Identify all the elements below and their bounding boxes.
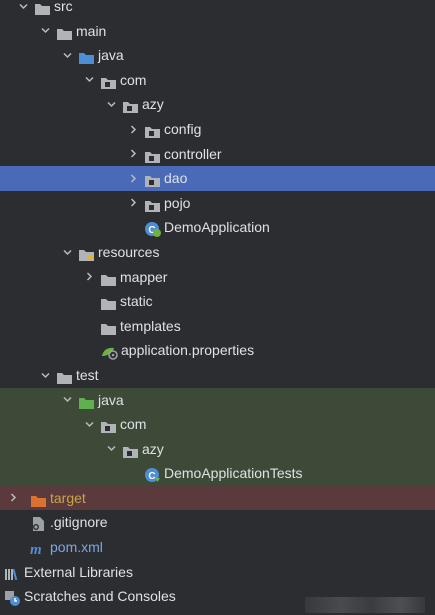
tree-row-templates[interactable]: templates xyxy=(0,314,435,339)
tree-row-azy[interactable]: azy xyxy=(0,92,435,117)
tree-row-label: pom.xml xyxy=(50,539,103,556)
tree-row-label: src xyxy=(54,0,73,14)
folder-gray-icon xyxy=(56,24,73,40)
tree-row-resources[interactable]: resources xyxy=(0,240,435,265)
scratches-icon xyxy=(4,589,21,607)
tree-row-java[interactable]: java xyxy=(0,43,435,68)
tree-row-test[interactable]: test xyxy=(0,363,435,388)
chevron-right-icon[interactable] xyxy=(6,486,20,511)
package-icon xyxy=(144,147,161,163)
chevron-down-icon[interactable] xyxy=(104,92,118,117)
package-icon xyxy=(122,442,139,458)
chevron-right-icon[interactable] xyxy=(126,166,140,191)
libraries-icon xyxy=(4,565,21,580)
tree-row-demoapplication[interactable]: C DemoApplication xyxy=(0,215,435,240)
tree-row-label: mapper xyxy=(120,268,168,285)
spring-properties-icon xyxy=(100,343,118,361)
tree-row-label: templates xyxy=(120,317,181,334)
tree-row-label: Scratches and Consoles xyxy=(24,588,176,605)
tree-row-demoapplicationtests[interactable]: C DemoApplicationTests xyxy=(0,461,435,486)
tree-row-controller[interactable]: controller xyxy=(0,142,435,167)
tree-row-external-libraries[interactable]: External Libraries xyxy=(0,560,435,585)
chevron-down-icon[interactable] xyxy=(60,43,74,68)
chevron-down-icon[interactable] xyxy=(60,388,74,413)
folder-green-icon xyxy=(78,393,95,409)
folder-gray-icon xyxy=(100,294,117,311)
tree-row-src[interactable]: src xyxy=(0,0,435,19)
chevron-down-icon[interactable] xyxy=(82,412,96,437)
package-icon xyxy=(144,171,161,188)
tree-row-static[interactable]: static xyxy=(0,289,435,314)
tree-row-target[interactable]: target xyxy=(0,485,435,511)
folder-resources-icon xyxy=(78,245,95,261)
tree-row-label: test xyxy=(76,366,99,383)
tree-row-main[interactable]: main xyxy=(0,19,435,44)
gitignore-file-icon xyxy=(30,515,47,532)
tree-row-azy[interactable]: azy xyxy=(0,436,435,462)
chevron-right-icon[interactable] xyxy=(82,265,96,290)
tree-row-label: pojo xyxy=(164,194,191,211)
chevron-down-icon[interactable] xyxy=(16,0,30,19)
folder-gray-icon xyxy=(34,0,51,15)
package-icon xyxy=(100,73,117,89)
svg-text:C: C xyxy=(148,471,155,482)
spring-class-icon: C xyxy=(144,220,161,238)
tree-row-dao[interactable]: dao xyxy=(0,166,435,191)
tree-row-label: controller xyxy=(164,145,222,162)
chevron-right-icon[interactable] xyxy=(126,191,140,216)
package-icon xyxy=(144,122,161,138)
chevron-down-icon[interactable] xyxy=(60,240,74,265)
tree-row-label: main xyxy=(76,22,107,39)
blurred-region xyxy=(305,597,425,613)
svg-text:m: m xyxy=(30,542,42,557)
folder-gray-icon xyxy=(56,368,73,384)
tree-row-label: target xyxy=(50,489,86,506)
tree-row-label: dao xyxy=(164,170,188,187)
chevron-right-icon[interactable] xyxy=(126,117,140,142)
tree-row-com[interactable]: com xyxy=(0,68,435,93)
chevron-down-icon[interactable] xyxy=(38,19,52,44)
tree-row-label: config xyxy=(164,120,202,137)
test-class-icon: C xyxy=(144,466,161,483)
chevron-down-icon[interactable] xyxy=(104,437,118,462)
tree-row-label: azy xyxy=(142,96,164,113)
package-icon xyxy=(144,196,161,212)
project-tree: src main java com azy config controller dao pojo… xyxy=(0,0,435,609)
folder-gray-icon xyxy=(100,319,117,335)
tree-row-application-properties[interactable]: application.properties xyxy=(0,338,435,363)
tree-row-pom-xml[interactable]: m pom.xml xyxy=(0,535,435,560)
tree-row-label: azy xyxy=(142,440,164,457)
tree-row-label: com xyxy=(120,416,147,433)
tree-row-label: com xyxy=(120,71,147,88)
folder-orange-icon xyxy=(30,491,47,507)
chevron-down-icon[interactable] xyxy=(82,68,96,93)
tree-row-pojo[interactable]: pojo xyxy=(0,191,435,216)
folder-gray-icon xyxy=(100,270,117,286)
tree-row-mapper[interactable]: mapper xyxy=(0,265,435,290)
tree-row-gitignore[interactable]: .gitignore xyxy=(0,510,435,535)
tree-row-label: java xyxy=(98,391,124,408)
tree-row-java[interactable]: java xyxy=(0,387,435,413)
tree-row-label: resources xyxy=(98,243,160,260)
tree-row-label: application.properties xyxy=(121,342,255,359)
tree-row-label: static xyxy=(120,293,153,310)
tree-row-label: DemoApplicationTests xyxy=(164,465,303,482)
tree-row-label: .gitignore xyxy=(50,514,108,531)
folder-blue-icon xyxy=(78,48,95,65)
tree-row-label: DemoApplication xyxy=(164,219,270,236)
package-icon xyxy=(100,417,117,434)
tree-row-label: External Libraries xyxy=(24,563,133,580)
chevron-down-icon[interactable] xyxy=(38,363,52,388)
package-icon xyxy=(122,97,139,114)
tree-row-label: java xyxy=(98,47,124,64)
tree-row-com[interactable]: com xyxy=(0,412,435,437)
tree-row-config[interactable]: config xyxy=(0,117,435,142)
chevron-right-icon[interactable] xyxy=(126,142,140,167)
maven-file-icon: m xyxy=(30,540,47,558)
